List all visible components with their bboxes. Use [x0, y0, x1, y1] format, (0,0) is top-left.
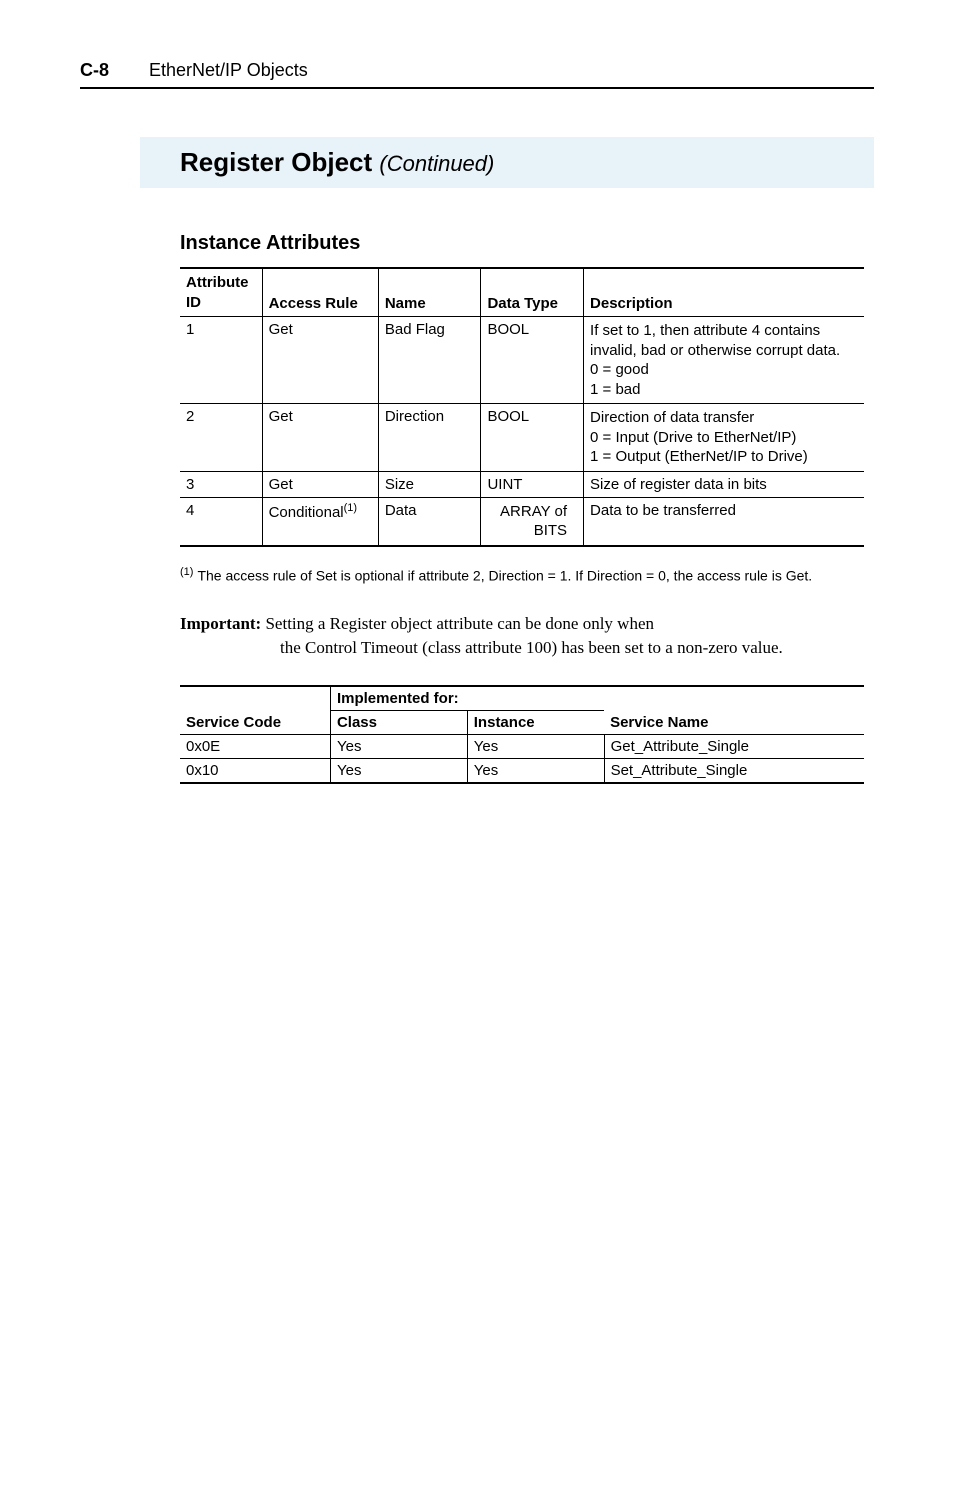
- cell-attr-id: 4: [180, 497, 262, 546]
- instance-attributes-heading: Instance Attributes: [180, 232, 864, 255]
- table-row: 0x0E Yes Yes Get_Attribute_Single: [180, 735, 864, 759]
- cell-data-type: BOOL: [481, 317, 584, 404]
- important-text-first: Setting a Register object attribute can …: [265, 614, 654, 633]
- important-label: Important:: [180, 614, 261, 633]
- cell-name: Size: [378, 471, 481, 497]
- col-service-code: Service Code: [180, 711, 330, 735]
- important-note: Important: Setting a Register object att…: [180, 612, 864, 661]
- col-description: Description: [584, 268, 864, 317]
- cell-data-type: UINT: [481, 471, 584, 497]
- cell-instance: Yes: [467, 759, 604, 784]
- cell-data-type: BOOL: [481, 404, 584, 472]
- col-access-rule: Access Rule: [262, 268, 378, 317]
- col-data-type: Data Type: [481, 268, 584, 317]
- cell-attr-id: 3: [180, 471, 262, 497]
- table-row: 3 Get Size UINT Size of register data in…: [180, 471, 864, 497]
- cell-description: If set to 1, then attribute 4 contains i…: [584, 317, 864, 404]
- cell-access-rule: Conditional(1): [262, 497, 378, 546]
- section-continued: (Continued): [379, 151, 494, 176]
- section-title: Register Object: [180, 147, 372, 177]
- important-text-rest: the Control Timeout (class attribute 100…: [280, 636, 864, 661]
- page-number: C-8: [80, 60, 109, 81]
- cell-name: Data: [378, 497, 481, 546]
- cell-service-code: 0x0E: [180, 735, 330, 759]
- cell-access-rule: Get: [262, 471, 378, 497]
- col-attr-id: Attribute ID: [180, 268, 262, 317]
- table-row: 2 Get Direction BOOL Direction of data t…: [180, 404, 864, 472]
- section-banner: Register Object (Continued): [140, 137, 874, 188]
- col-class: Class: [330, 711, 467, 735]
- cell-access-rule: Get: [262, 317, 378, 404]
- instance-attributes-table: Attribute ID Access Rule Name Data Type …: [180, 267, 864, 547]
- footnote: (1)The access rule of Set is optional if…: [180, 565, 864, 586]
- cell-attr-id: 1: [180, 317, 262, 404]
- cell-data-type: ARRAY of BITS: [481, 497, 584, 546]
- cell-instance: Yes: [467, 735, 604, 759]
- table-row: 1 Get Bad Flag BOOL If set to 1, then at…: [180, 317, 864, 404]
- cell-service-name: Get_Attribute_Single: [604, 735, 864, 759]
- cell-class: Yes: [330, 735, 467, 759]
- header-title: EtherNet/IP Objects: [149, 60, 308, 81]
- cell-access-rule: Get: [262, 404, 378, 472]
- implemented-for-header: Implemented for:: [330, 686, 604, 711]
- table-row: 4 Conditional(1) Data ARRAY of BITS Data…: [180, 497, 864, 546]
- cell-description: Size of register data in bits: [584, 471, 864, 497]
- table-row: 0x10 Yes Yes Set_Attribute_Single: [180, 759, 864, 784]
- footnote-ref: (1): [344, 502, 357, 514]
- col-instance: Instance: [467, 711, 604, 735]
- cell-description: Data to be transferred: [584, 497, 864, 546]
- services-table: Implemented for: Service Code Class Inst…: [180, 685, 864, 784]
- col-name: Name: [378, 268, 481, 317]
- cell-name: Direction: [378, 404, 481, 472]
- cell-class: Yes: [330, 759, 467, 784]
- cell-name: Bad Flag: [378, 317, 481, 404]
- cell-description: Direction of data transfer 0 = Input (Dr…: [584, 404, 864, 472]
- footnote-text: The access rule of Set is optional if at…: [197, 567, 812, 583]
- cell-attr-id: 2: [180, 404, 262, 472]
- page-header: C-8 EtherNet/IP Objects: [80, 60, 874, 89]
- cell-service-code: 0x10: [180, 759, 330, 784]
- cell-service-name: Set_Attribute_Single: [604, 759, 864, 784]
- footnote-marker: (1): [180, 566, 197, 578]
- col-service-name: Service Name: [604, 711, 864, 735]
